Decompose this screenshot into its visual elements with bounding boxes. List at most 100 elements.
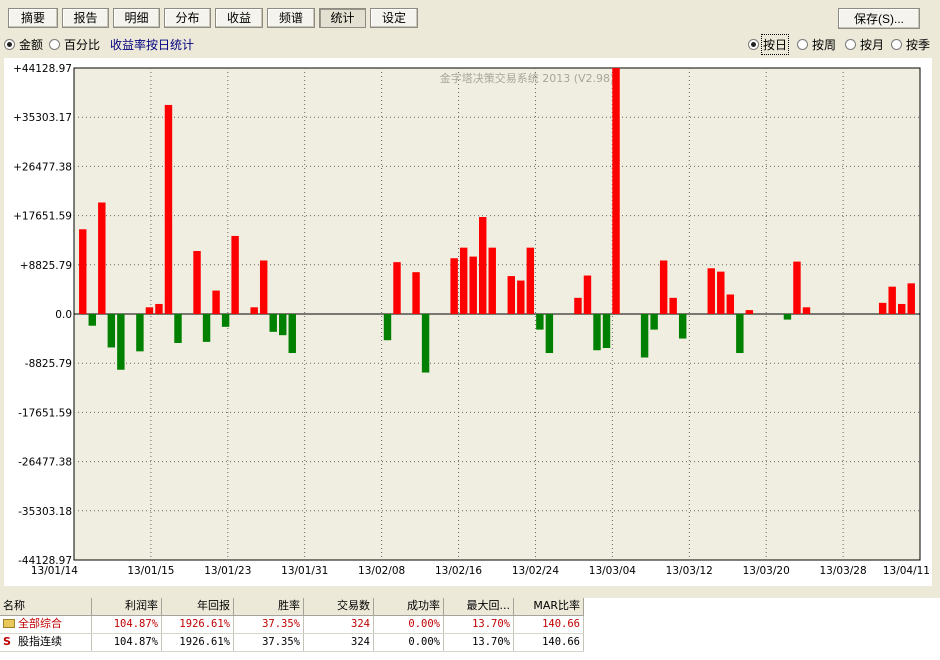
profit-bar bbox=[802, 307, 811, 314]
loss-bar bbox=[288, 314, 296, 354]
y-tick-label: +17651.59 bbox=[13, 211, 72, 223]
s-icon: S bbox=[3, 635, 11, 648]
loss-bar bbox=[640, 314, 649, 358]
annual-return-cell: 1926.61% bbox=[162, 616, 234, 633]
stat-mode-link[interactable]: 收益率按日统计 bbox=[110, 36, 194, 53]
tab-settings[interactable]: 设定 bbox=[370, 8, 418, 28]
profit-rate-cell: 104.87% bbox=[92, 634, 162, 651]
loss-bar bbox=[383, 314, 392, 341]
profit-chart: +44128.97 +35303.17 +26477.38 +17651.59 +882… bbox=[4, 58, 932, 586]
radio-by-week-label: 按周 bbox=[812, 37, 837, 52]
radio-unchecked-icon bbox=[891, 38, 902, 50]
tab-profit[interactable]: 收益 bbox=[215, 8, 263, 28]
profit-bar bbox=[98, 202, 106, 314]
radio-by-week[interactable]: 按周 bbox=[797, 36, 836, 52]
tab-statistics[interactable]: 统计 bbox=[319, 8, 366, 28]
summary-table: 名称 利润率 年回报 胜率 交易数 成功率 最大回... MAR比率 全部综合 … bbox=[0, 598, 940, 660]
loss-bar bbox=[678, 314, 687, 339]
tab-report[interactable]: 报告 bbox=[62, 8, 109, 28]
col-win-rate-header[interactable]: 胜率 bbox=[234, 598, 304, 615]
tab-spectrum[interactable]: 频谱 bbox=[267, 8, 315, 28]
col-annual-return-header[interactable]: 年回报 bbox=[162, 598, 234, 615]
y-tick-label: 0.0 bbox=[55, 309, 72, 321]
profit-bar bbox=[459, 247, 468, 314]
chart-watermark: 金字塔决策交易系统 2013 (V2.98) bbox=[440, 71, 615, 85]
table-row[interactable]: S 股指连续 104.87% 1926.61% 37.35% 324 0.00% … bbox=[0, 634, 584, 652]
loss-bar bbox=[202, 314, 211, 342]
row-name-cell: 全部综合 bbox=[0, 616, 92, 633]
x-tick-label: 13/04/11 bbox=[883, 565, 930, 577]
y-tick-label: -8825.79 bbox=[25, 358, 72, 370]
loss-bar bbox=[536, 314, 544, 330]
x-tick-label: 13/01/14 bbox=[31, 565, 78, 577]
profit-bar bbox=[659, 260, 668, 314]
y-tick-label: +35303.17 bbox=[13, 112, 72, 124]
profit-bar bbox=[259, 260, 268, 314]
profit-bar bbox=[155, 303, 163, 314]
table-header: 名称 利润率 年回报 胜率 交易数 成功率 最大回... MAR比率 bbox=[0, 598, 584, 616]
radio-amount-label: 金额 bbox=[19, 37, 44, 52]
profit-bar-chart: +44128.97 +35303.17 +26477.38 +17651.59 +882… bbox=[13, 63, 930, 577]
radio-percent-label: 百分比 bbox=[64, 37, 101, 52]
col-max-drawdown-header[interactable]: 最大回... bbox=[444, 598, 514, 615]
radio-checked-icon bbox=[4, 38, 15, 50]
profit-bar bbox=[793, 261, 801, 314]
loss-bar bbox=[279, 314, 287, 336]
col-trades-header[interactable]: 交易数 bbox=[304, 598, 374, 615]
table-row[interactable]: 全部综合 104.87% 1926.61% 37.35% 324 0.00% 1… bbox=[0, 616, 584, 634]
radio-by-month[interactable]: 按月 bbox=[845, 36, 884, 52]
row-name-cell: S 股指连续 bbox=[0, 634, 92, 651]
tab-summary[interactable]: 摘要 bbox=[8, 8, 58, 28]
loss-bar bbox=[650, 314, 658, 330]
loss-bar bbox=[136, 314, 144, 352]
profit-rate-cell: 104.87% bbox=[92, 616, 162, 633]
success-rate-cell: 0.00% bbox=[374, 634, 444, 651]
radio-by-day-label: 按日 bbox=[760, 33, 790, 55]
tab-details[interactable]: 明细 bbox=[113, 8, 160, 28]
annual-return-cell: 1926.61% bbox=[162, 634, 234, 651]
trades-cell: 324 bbox=[304, 634, 374, 651]
x-tick-label: 13/02/08 bbox=[358, 565, 405, 577]
radio-percent[interactable]: 百分比 bbox=[49, 36, 100, 52]
radio-unchecked-icon bbox=[49, 38, 60, 50]
loss-bar bbox=[88, 314, 96, 326]
loss-bar bbox=[269, 314, 277, 332]
profit-bar bbox=[726, 294, 735, 314]
y-tick-label: -17651.59 bbox=[18, 407, 72, 419]
toolbar: 摘要 报告 明细 分布 收益 频谱 统计 设定 保存(S)... bbox=[0, 0, 940, 34]
radio-by-day[interactable]: 按日 bbox=[748, 33, 790, 55]
profit-bar bbox=[479, 217, 487, 314]
y-tick-label: -35303.18 bbox=[18, 506, 72, 518]
profit-bar bbox=[517, 280, 525, 314]
max-drawdown-cell: 13.70% bbox=[444, 634, 514, 651]
x-tick-label: 13/02/24 bbox=[512, 565, 559, 577]
profit-bar bbox=[526, 247, 535, 314]
col-mar-ratio-header[interactable]: MAR比率 bbox=[514, 598, 584, 615]
loss-bar bbox=[421, 314, 430, 373]
tab-distribution[interactable]: 分布 bbox=[164, 8, 211, 28]
radio-amount[interactable]: 金额 bbox=[4, 36, 43, 52]
col-name-header[interactable]: 名称 bbox=[0, 598, 92, 615]
col-profit-rate-header[interactable]: 利润率 bbox=[92, 598, 162, 615]
x-tick-label: 13/01/31 bbox=[281, 565, 328, 577]
radio-by-quarter-label: 按季 bbox=[906, 37, 931, 52]
max-drawdown-cell: 13.70% bbox=[444, 616, 514, 633]
profit-bar bbox=[745, 310, 754, 314]
row-name: 全部综合 bbox=[18, 617, 62, 630]
profit-bar bbox=[212, 290, 220, 314]
profit-bar bbox=[469, 256, 477, 314]
save-button[interactable]: 保存(S)... bbox=[838, 8, 920, 29]
col-success-rate-header[interactable]: 成功率 bbox=[374, 598, 444, 615]
win-rate-cell: 37.35% bbox=[234, 634, 304, 651]
loss-bar bbox=[593, 314, 601, 351]
profit-bar bbox=[612, 68, 620, 314]
y-tick-label: -26477.38 bbox=[18, 457, 72, 469]
profit-bar bbox=[507, 276, 515, 314]
win-rate-cell: 37.35% bbox=[234, 616, 304, 633]
radio-by-quarter[interactable]: 按季 bbox=[891, 36, 930, 52]
profit-bar bbox=[193, 251, 201, 314]
x-tick-label: 13/01/15 bbox=[127, 565, 174, 577]
loss-bar bbox=[174, 314, 182, 343]
radio-unchecked-icon bbox=[797, 38, 808, 50]
loss-bar bbox=[117, 314, 125, 370]
